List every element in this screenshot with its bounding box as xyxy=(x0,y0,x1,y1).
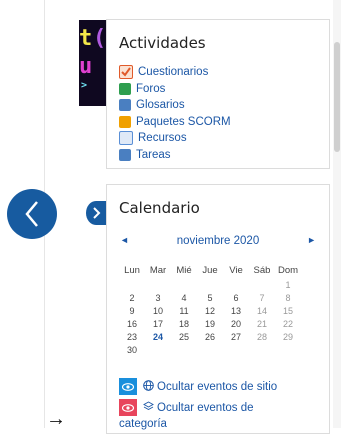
calendar-day[interactable]: 9 xyxy=(119,304,145,317)
calendar-day[interactable]: 29 xyxy=(275,330,301,343)
calendar-day[interactable]: 2 xyxy=(119,291,145,304)
calendar-week: 2345678 xyxy=(119,291,301,304)
calendar-day[interactable]: 18 xyxy=(171,317,197,330)
activity-item-forums[interactable]: Foros xyxy=(119,81,329,98)
hide-category-events-toggle[interactable]: Ocultar eventos de xyxy=(119,399,254,416)
calendar-day xyxy=(145,278,171,291)
resource-icon xyxy=(119,131,133,146)
calendar-week: 30 xyxy=(119,343,301,356)
activity-label[interactable]: Recursos xyxy=(138,132,187,144)
calendar-day xyxy=(197,343,223,356)
course-image: t ( u > xyxy=(79,20,107,106)
glossary-icon xyxy=(119,99,131,112)
activity-item-resources[interactable]: Recursos xyxy=(119,130,329,147)
weekday-header: Lun xyxy=(124,264,140,276)
calendar-day[interactable]: 30 xyxy=(119,343,145,356)
calendar-day xyxy=(171,343,197,356)
activity-item-quizzes[interactable]: Cuestionarios xyxy=(119,64,329,81)
calendar-day xyxy=(171,278,197,291)
calendar-day[interactable]: 19 xyxy=(197,317,223,330)
eye-icon xyxy=(119,399,137,416)
calendar-day[interactable]: 15 xyxy=(275,304,301,317)
calendar-day[interactable]: 6 xyxy=(223,291,249,304)
quiz-icon xyxy=(119,65,133,80)
weekday-header: Mar xyxy=(149,264,167,276)
scorm-icon xyxy=(119,115,131,128)
calendar-day xyxy=(197,278,223,291)
calendar-day xyxy=(119,278,145,291)
calendar-grid: Lun Mar Mié Jue Vie Sáb Dom 1 2 3 4 5 6 7 8 9 10 11 12 13 1… xyxy=(119,262,301,356)
hide-site-events-toggle[interactable]: Ocultar eventos de sitio xyxy=(119,378,277,395)
calendar-day[interactable]: 22 xyxy=(275,317,301,330)
page-scrollbar[interactable] xyxy=(333,0,341,428)
activities-title: Actividades xyxy=(119,34,206,52)
calendar-day xyxy=(249,278,275,291)
scrollbar-thumb[interactable] xyxy=(334,42,340,152)
previous-section-button[interactable] xyxy=(7,189,57,239)
activity-label[interactable]: Cuestionarios xyxy=(138,66,208,78)
assignment-icon xyxy=(119,148,131,161)
calendar-day[interactable]: 17 xyxy=(145,317,171,330)
weekday-header: Vie xyxy=(229,264,243,276)
calendar-day xyxy=(145,343,171,356)
calendar-day[interactable]: 3 xyxy=(145,291,171,304)
toggle-label[interactable]: Ocultar eventos de xyxy=(157,402,254,414)
calendar-day[interactable]: 1 xyxy=(275,278,301,291)
current-month-link[interactable]: noviembre 2020 xyxy=(107,235,329,247)
calendar-day[interactable]: 21 xyxy=(249,317,275,330)
activity-item-assignments[interactable]: Tareas xyxy=(119,147,329,164)
calendar-day xyxy=(275,343,301,356)
forum-icon xyxy=(119,82,131,95)
calendar-day[interactable]: 16 xyxy=(119,317,145,330)
weekday-header: Sáb xyxy=(253,264,271,276)
next-month-button[interactable]: ► xyxy=(307,235,316,245)
calendar-day[interactable]: 4 xyxy=(171,291,197,304)
calendar-week: 23 24 25 26 27 28 29 xyxy=(119,330,301,343)
calendar-day xyxy=(223,343,249,356)
calendar-day[interactable]: 27 xyxy=(223,330,249,343)
calendar-day[interactable]: 14 xyxy=(249,304,275,317)
calendar-day[interactable]: 12 xyxy=(197,304,223,317)
activities-block: Actividades Cuestionarios Foros Glosario… xyxy=(106,19,330,169)
weekday-header: Mié xyxy=(176,264,192,276)
chevron-left-icon xyxy=(25,201,38,227)
chevron-right-icon xyxy=(93,207,101,219)
calendar-day[interactable]: 25 xyxy=(171,330,197,343)
weekday-header: Dom xyxy=(277,264,299,276)
calendar-day[interactable]: 7 xyxy=(249,291,275,304)
calendar-day[interactable]: 24 xyxy=(145,330,171,343)
activity-label[interactable]: Tareas xyxy=(136,149,171,161)
calendar-day[interactable]: 5 xyxy=(197,291,223,304)
toggle-label[interactable]: Ocultar eventos de sitio xyxy=(157,381,277,393)
calendar-week: 16 17 18 19 20 21 22 xyxy=(119,317,301,330)
calendar-day xyxy=(223,278,249,291)
calendar-day xyxy=(249,343,275,356)
calendar-day[interactable]: 26 xyxy=(197,330,223,343)
calendar-block: Calendario ◄ noviembre 2020 ► Lun Mar Mié J… xyxy=(106,184,330,434)
activity-label[interactable]: Foros xyxy=(136,83,165,95)
calendar-title: Calendario xyxy=(119,199,200,217)
globe-icon xyxy=(143,379,154,394)
calendar-day[interactable]: 11 xyxy=(171,304,197,317)
calendar-day[interactable]: 13 xyxy=(223,304,249,317)
activities-list: Cuestionarios Foros Glosarios Paquetes S… xyxy=(119,64,329,163)
activity-item-glossaries[interactable]: Glosarios xyxy=(119,97,329,114)
activity-item-scorm[interactable]: Paquetes SCORM xyxy=(119,114,329,131)
activity-label[interactable]: Paquetes SCORM xyxy=(136,116,231,128)
calendar-day[interactable]: 28 xyxy=(249,330,275,343)
hide-category-events-label-continued[interactable]: categoría xyxy=(119,415,167,432)
weekday-header: Jue xyxy=(202,264,218,276)
calendar-day[interactable]: 10 xyxy=(145,304,171,317)
calendar-day[interactable]: 23 xyxy=(119,330,145,343)
block-drawer-toggle[interactable] xyxy=(86,201,106,225)
calendar-week: 9 10 11 12 13 14 15 xyxy=(119,304,301,317)
calendar-week: 1 xyxy=(119,278,301,291)
calendar-day[interactable]: 20 xyxy=(223,317,249,330)
eye-icon xyxy=(119,378,137,395)
calendar-day[interactable]: 8 xyxy=(275,291,301,304)
activity-label[interactable]: Glosarios xyxy=(136,99,185,111)
calendar-navigation: ◄ noviembre 2020 ► xyxy=(107,235,329,251)
layers-icon xyxy=(143,400,154,415)
